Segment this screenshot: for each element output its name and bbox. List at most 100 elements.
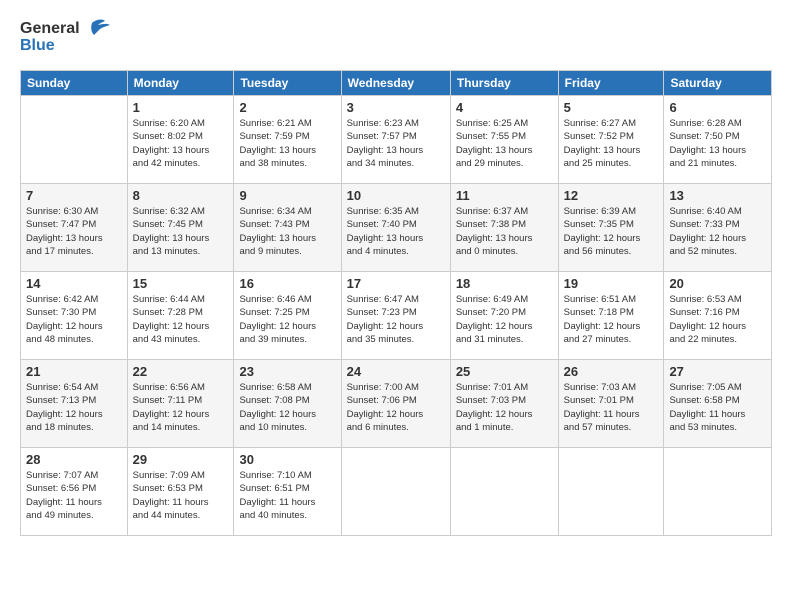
calendar-header: SundayMondayTuesdayWednesdayThursdayFrid… — [21, 71, 772, 96]
day-number: 1 — [133, 100, 229, 115]
calendar-cell: 13 Sunrise: 6:40 AMSunset: 7:33 PMDayligh… — [664, 184, 772, 272]
day-info: Sunrise: 6:58 AMSunset: 7:08 PMDaylight:… — [239, 381, 335, 434]
calendar-cell: 30 Sunrise: 7:10 AMSunset: 6:51 PMDayligh… — [234, 448, 341, 536]
day-number: 13 — [669, 188, 766, 203]
day-number: 4 — [456, 100, 553, 115]
day-number: 7 — [26, 188, 122, 203]
day-info: Sunrise: 6:51 AMSunset: 7:18 PMDaylight:… — [564, 293, 659, 346]
calendar-cell: 28Sunrise: 7:07 AMSunset: 6:56 PMDayligh… — [21, 448, 128, 536]
calendar-cell — [664, 448, 772, 536]
day-info: Sunrise: 6:56 AMSunset: 7:11 PMDaylight:… — [133, 381, 229, 434]
day-info: Sunrise: 7:07 AMSunset: 6:56 PMDaylight:… — [26, 469, 122, 522]
calendar-cell: 29 Sunrise: 7:09 AMSunset: 6:53 PMDayligh… — [127, 448, 234, 536]
calendar-cell: 3 Sunrise: 6:23 AMSunset: 7:57 PMDaylight… — [341, 96, 450, 184]
day-number: 2 — [239, 100, 335, 115]
calendar-cell: 8 Sunrise: 6:32 AMSunset: 7:45 PMDaylight… — [127, 184, 234, 272]
calendar-cell: 1 Sunrise: 6:20 AMSunset: 8:02 PMDaylight… — [127, 96, 234, 184]
day-info: Sunrise: 7:03 AMSunset: 7:01 PMDaylight:… — [564, 381, 659, 434]
day-number: 12 — [564, 188, 659, 203]
week-row-2: 7 Sunrise: 6:30 AMSunset: 7:47 PMDaylight… — [21, 184, 772, 272]
day-number: 17 — [347, 276, 445, 291]
calendar-cell: 24 Sunrise: 7:00 AMSunset: 7:06 PMDayligh… — [341, 360, 450, 448]
day-number: 26 — [564, 364, 659, 379]
day-info: Sunrise: 7:09 AMSunset: 6:53 PMDaylight:… — [133, 469, 229, 522]
day-number: 8 — [133, 188, 229, 203]
day-number: 24 — [347, 364, 445, 379]
calendar-cell: 17 Sunrise: 6:47 AMSunset: 7:23 PMDayligh… — [341, 272, 450, 360]
day-number: 9 — [239, 188, 335, 203]
day-info: Sunrise: 6:28 AMSunset: 7:50 PMDaylight:… — [669, 117, 766, 170]
day-number: 15 — [133, 276, 229, 291]
calendar-cell: 25 Sunrise: 7:01 AMSunset: 7:03 PMDayligh… — [450, 360, 558, 448]
day-number: 6 — [669, 100, 766, 115]
weekday-header-thursday: Thursday — [450, 71, 558, 96]
day-number: 3 — [347, 100, 445, 115]
calendar-cell: 12 Sunrise: 6:39 AMSunset: 7:35 PMDayligh… — [558, 184, 664, 272]
calendar-cell: 7 Sunrise: 6:30 AMSunset: 7:47 PMDaylight… — [21, 184, 128, 272]
day-number: 14 — [26, 276, 122, 291]
week-row-4: 21Sunrise: 6:54 AMSunset: 7:13 PMDayligh… — [21, 360, 772, 448]
day-info: Sunrise: 6:39 AMSunset: 7:35 PMDaylight:… — [564, 205, 659, 258]
weekday-header-sunday: Sunday — [21, 71, 128, 96]
day-number: 29 — [133, 452, 229, 467]
calendar-body: 1 Sunrise: 6:20 AMSunset: 8:02 PMDaylight… — [21, 96, 772, 536]
logo-text: General Blue — [20, 15, 120, 60]
calendar-cell: 14 Sunrise: 6:42 AMSunset: 7:30 PMDayligh… — [21, 272, 128, 360]
calendar-cell: 15 Sunrise: 6:44 AMSunset: 7:28 PMDayligh… — [127, 272, 234, 360]
page: General Blue SundayMondayTuesdayWednesda… — [0, 0, 792, 612]
calendar-cell: 10 Sunrise: 6:35 AMSunset: 7:40 PMDayligh… — [341, 184, 450, 272]
calendar-cell: 18 Sunrise: 6:49 AMSunset: 7:20 PMDayligh… — [450, 272, 558, 360]
logo: General Blue — [20, 15, 120, 60]
weekday-header-friday: Friday — [558, 71, 664, 96]
day-number: 21 — [26, 364, 122, 379]
calendar-cell: 27 Sunrise: 7:05 AMSunset: 6:58 PMDayligh… — [664, 360, 772, 448]
day-number: 18 — [456, 276, 553, 291]
day-info: Sunrise: 6:44 AMSunset: 7:28 PMDaylight:… — [133, 293, 229, 346]
weekday-header-tuesday: Tuesday — [234, 71, 341, 96]
day-info: Sunrise: 6:53 AMSunset: 7:16 PMDaylight:… — [669, 293, 766, 346]
day-info: Sunrise: 6:27 AMSunset: 7:52 PMDaylight:… — [564, 117, 659, 170]
calendar-cell: 9 Sunrise: 6:34 AMSunset: 7:43 PMDaylight… — [234, 184, 341, 272]
calendar-cell — [21, 96, 128, 184]
day-info: Sunrise: 6:32 AMSunset: 7:45 PMDaylight:… — [133, 205, 229, 258]
week-row-5: 28Sunrise: 7:07 AMSunset: 6:56 PMDayligh… — [21, 448, 772, 536]
day-info: Sunrise: 6:46 AMSunset: 7:25 PMDaylight:… — [239, 293, 335, 346]
day-info: Sunrise: 6:47 AMSunset: 7:23 PMDaylight:… — [347, 293, 445, 346]
day-info: Sunrise: 6:49 AMSunset: 7:20 PMDaylight:… — [456, 293, 553, 346]
weekday-header-wednesday: Wednesday — [341, 71, 450, 96]
calendar-cell: 6 Sunrise: 6:28 AMSunset: 7:50 PMDaylight… — [664, 96, 772, 184]
day-number: 27 — [669, 364, 766, 379]
day-info: Sunrise: 6:20 AMSunset: 8:02 PMDaylight:… — [133, 117, 229, 170]
day-number: 30 — [239, 452, 335, 467]
day-info: Sunrise: 6:37 AMSunset: 7:38 PMDaylight:… — [456, 205, 553, 258]
calendar-cell — [341, 448, 450, 536]
week-row-1: 1 Sunrise: 6:20 AMSunset: 8:02 PMDaylight… — [21, 96, 772, 184]
day-info: Sunrise: 7:10 AMSunset: 6:51 PMDaylight:… — [239, 469, 335, 522]
day-info: Sunrise: 6:23 AMSunset: 7:57 PMDaylight:… — [347, 117, 445, 170]
day-info: Sunrise: 6:35 AMSunset: 7:40 PMDaylight:… — [347, 205, 445, 258]
day-info: Sunrise: 6:40 AMSunset: 7:33 PMDaylight:… — [669, 205, 766, 258]
calendar-cell: 4Sunrise: 6:25 AMSunset: 7:55 PMDaylight… — [450, 96, 558, 184]
calendar-cell: 26 Sunrise: 7:03 AMSunset: 7:01 PMDayligh… — [558, 360, 664, 448]
day-info: Sunrise: 6:34 AMSunset: 7:43 PMDaylight:… — [239, 205, 335, 258]
day-info: Sunrise: 7:05 AMSunset: 6:58 PMDaylight:… — [669, 381, 766, 434]
day-info: Sunrise: 7:00 AMSunset: 7:06 PMDaylight:… — [347, 381, 445, 434]
weekday-row: SundayMondayTuesdayWednesdayThursdayFrid… — [21, 71, 772, 96]
calendar-cell: 16 Sunrise: 6:46 AMSunset: 7:25 PMDayligh… — [234, 272, 341, 360]
day-number: 16 — [239, 276, 335, 291]
day-number: 11 — [456, 188, 553, 203]
day-number: 23 — [239, 364, 335, 379]
day-info: Sunrise: 6:42 AMSunset: 7:30 PMDaylight:… — [26, 293, 122, 346]
calendar-cell: 22 Sunrise: 6:56 AMSunset: 7:11 PMDayligh… — [127, 360, 234, 448]
day-info: Sunrise: 6:30 AMSunset: 7:47 PMDaylight:… — [26, 205, 122, 258]
day-number: 10 — [347, 188, 445, 203]
svg-text:Blue: Blue — [20, 37, 55, 54]
calendar-cell: 19 Sunrise: 6:51 AMSunset: 7:18 PMDayligh… — [558, 272, 664, 360]
calendar-cell — [450, 448, 558, 536]
calendar-cell: 20Sunrise: 6:53 AMSunset: 7:16 PMDayligh… — [664, 272, 772, 360]
day-number: 22 — [133, 364, 229, 379]
day-number: 25 — [456, 364, 553, 379]
day-info: Sunrise: 7:01 AMSunset: 7:03 PMDaylight:… — [456, 381, 553, 434]
day-number: 19 — [564, 276, 659, 291]
weekday-header-monday: Monday — [127, 71, 234, 96]
